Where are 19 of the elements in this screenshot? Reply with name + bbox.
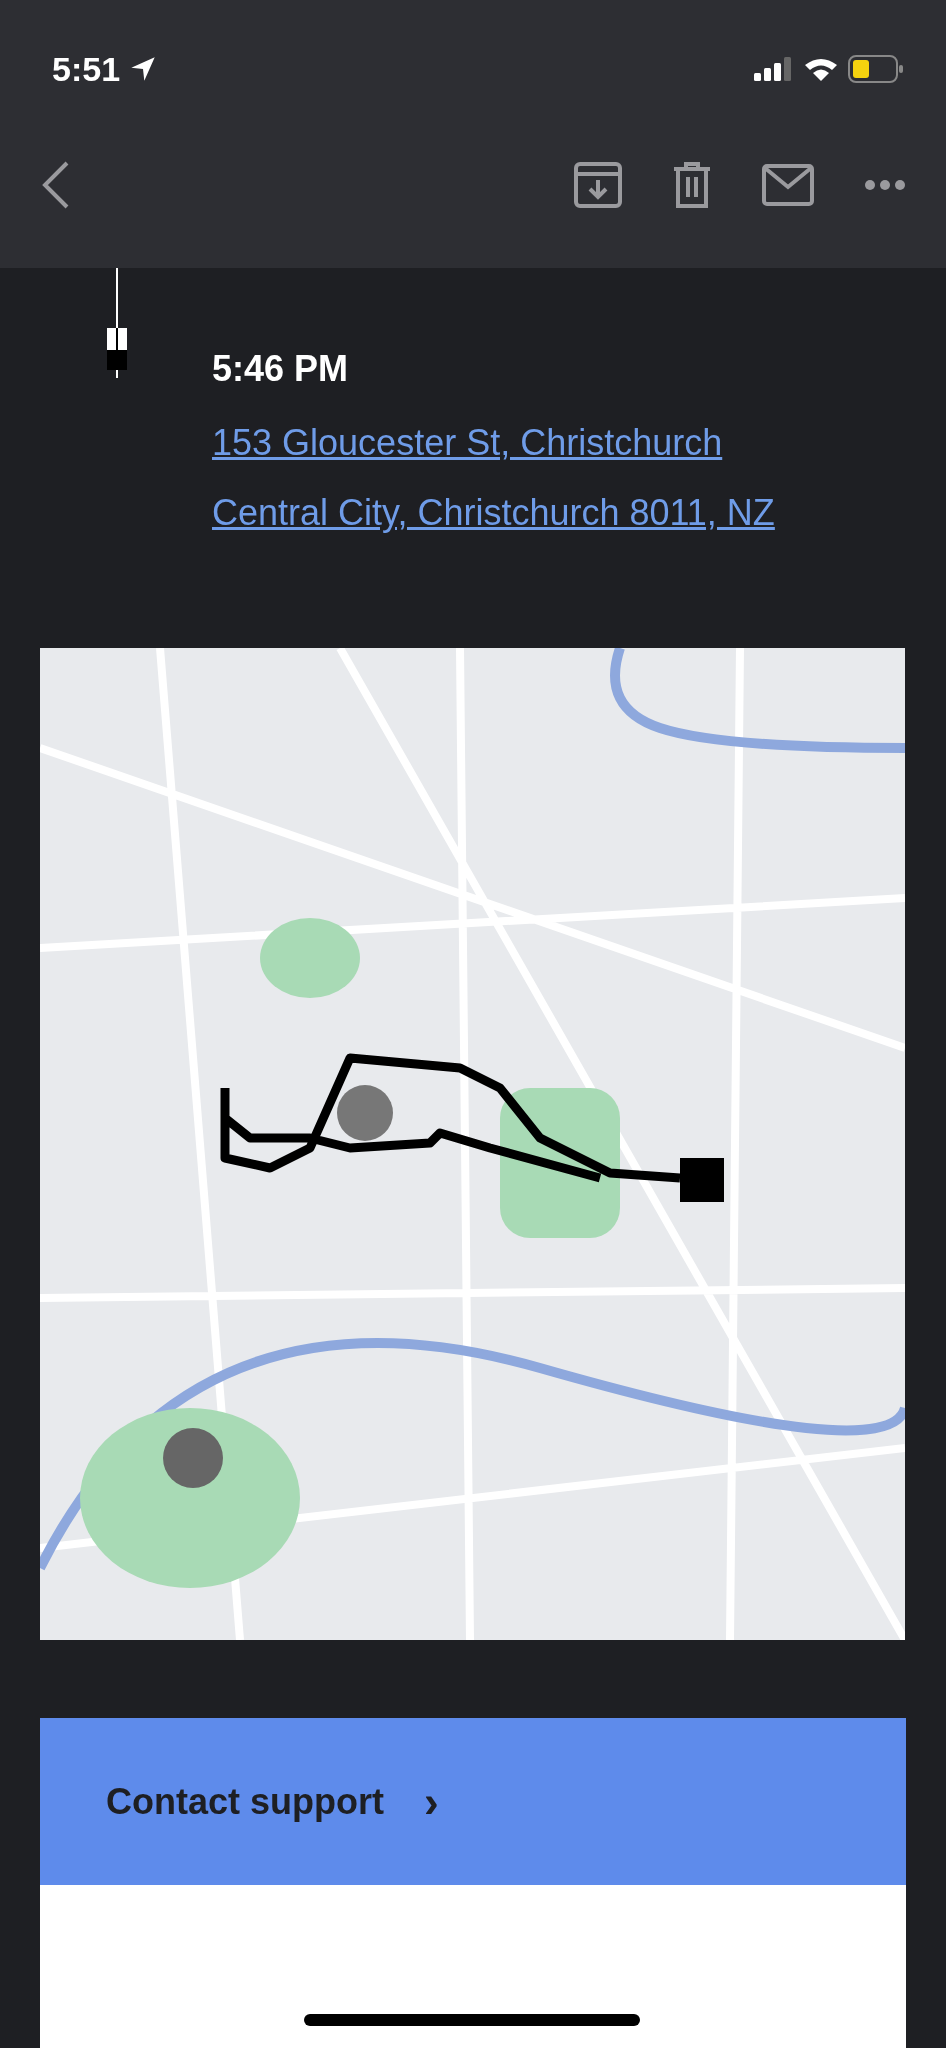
more-icon <box>864 179 906 191</box>
location-arrow-icon <box>130 56 157 82</box>
archive-button[interactable] <box>574 162 622 208</box>
back-button[interactable] <box>40 160 70 210</box>
trash-icon <box>672 161 712 209</box>
address-link[interactable]: 153 Gloucester St, Christchurch Central City, Christchurch 8011, NZ <box>212 408 802 548</box>
delete-button[interactable] <box>672 161 712 209</box>
chevron-left-icon <box>40 160 70 210</box>
trip-time: 5:46 PM <box>212 348 350 390</box>
contact-support-button[interactable]: Contact support › <box>40 1718 906 1885</box>
battery-icon <box>848 55 904 83</box>
more-button[interactable] <box>864 179 906 191</box>
timeline-marker-icon <box>106 268 128 378</box>
status-time: 5:51 <box>52 49 121 89</box>
wifi-icon <box>804 57 838 81</box>
signal-icon <box>754 57 794 81</box>
envelope-icon <box>762 164 814 206</box>
mail-button[interactable] <box>762 164 814 206</box>
archive-icon <box>574 162 622 208</box>
